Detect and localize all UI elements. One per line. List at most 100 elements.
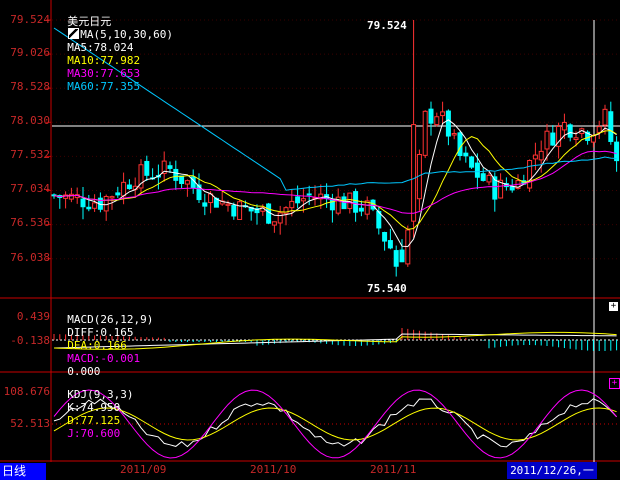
price-tick: 76.038 xyxy=(10,251,50,264)
kdj-k-line xyxy=(53,398,617,448)
ma5-value: MA5:78.024 xyxy=(67,41,134,54)
candle-body xyxy=(469,156,475,168)
candle-body xyxy=(382,232,388,242)
candle-body xyxy=(347,192,353,209)
plus-icon[interactable]: + xyxy=(609,378,620,389)
price-tick: 78.030 xyxy=(10,114,50,127)
candle-body xyxy=(567,124,573,138)
price-header: 美元日元 MA(5,10,30,60) MA5:78.024 MA10:77.9… xyxy=(54,2,173,93)
candle-body xyxy=(289,200,295,209)
candle-body xyxy=(480,173,486,181)
price-tick: 77.532 xyxy=(10,148,50,161)
ma60-value: MA60:77.355 xyxy=(67,80,141,93)
ma30-value: MA30:77.653 xyxy=(67,67,141,80)
ma10-value: MA10:77.982 xyxy=(67,54,141,67)
price-tick: 76.536 xyxy=(10,216,50,229)
candle-body xyxy=(202,202,208,207)
candle-body xyxy=(486,174,492,183)
ma10-line xyxy=(53,130,617,230)
macd-value: MACD:-0.001 xyxy=(67,352,141,365)
candle-body xyxy=(121,181,127,197)
candle-body xyxy=(179,175,185,184)
candle-body xyxy=(92,202,98,209)
candle-body xyxy=(144,160,150,176)
macd-tick: 0.439 xyxy=(16,310,50,323)
candle-body xyxy=(283,207,289,215)
candle-body xyxy=(393,250,399,267)
kdj-tick: 108.676 xyxy=(3,385,50,398)
candle-body xyxy=(266,203,272,224)
candle-body xyxy=(596,126,602,133)
kdj-k: K:74.950 xyxy=(67,401,121,414)
candle-body xyxy=(68,193,74,200)
candle-body xyxy=(173,168,179,181)
candle-body xyxy=(300,198,306,202)
candle-body xyxy=(538,150,544,161)
candle-body xyxy=(115,192,121,196)
candle-body xyxy=(237,201,243,220)
macd-tick: -0.138 xyxy=(10,334,50,347)
cursor-date: 2011/12/26,一 xyxy=(507,462,597,479)
ma5-line xyxy=(53,119,617,248)
macd-title: MACD(26,12,9) xyxy=(67,313,154,326)
price-tick: 77.034 xyxy=(10,182,50,195)
kdj-j: J:70.600 xyxy=(67,427,121,440)
price-tick: 79.026 xyxy=(10,46,50,59)
candle-body xyxy=(103,195,109,212)
period-tab[interactable]: 日线 xyxy=(0,463,46,480)
candle-body xyxy=(387,240,393,249)
candle-body xyxy=(167,165,173,169)
candle-body xyxy=(544,130,550,150)
candle-body xyxy=(184,180,190,185)
candle-body xyxy=(80,198,86,208)
candle-body xyxy=(550,132,556,146)
candle-body xyxy=(428,108,434,124)
x-tick: 2011/11 xyxy=(370,463,417,476)
candle-body xyxy=(463,152,469,157)
candle-body xyxy=(614,141,620,162)
candle-body xyxy=(561,121,567,131)
candle-body xyxy=(527,160,533,189)
low-annotation: 75.540 xyxy=(367,282,407,295)
macd-header: MACD(26,12,9) DIFF:0.165 DEA:0.166 MACD:… xyxy=(54,300,153,378)
candle-body xyxy=(411,124,417,222)
candle-body xyxy=(231,205,237,217)
candle-body xyxy=(277,212,283,224)
kdj-header: KDJ(9,3,3) K:74.950 D:77.125 J:70.600 xyxy=(54,375,133,440)
kdj-tick: 52.513 xyxy=(10,417,50,430)
ma-group-label: MA(5,10,30,60) xyxy=(80,28,173,41)
candle-body xyxy=(422,110,428,156)
candle-body xyxy=(358,207,364,212)
kdj-d: D:77.125 xyxy=(67,414,121,427)
candle-body xyxy=(457,132,463,157)
candle-body xyxy=(306,193,312,196)
chart-type-icon[interactable] xyxy=(68,28,80,39)
macd-diff: DIFF:0.165 xyxy=(67,326,134,339)
kdj-title: KDJ(9,3,3) xyxy=(67,388,134,401)
candle-body xyxy=(353,191,359,213)
candle-body xyxy=(445,110,451,137)
candle-body xyxy=(86,206,92,210)
candle-body xyxy=(109,196,115,199)
candle-body xyxy=(451,132,457,136)
candle-body xyxy=(440,111,446,117)
x-tick: 2011/10 xyxy=(250,463,297,476)
price-tick: 79.524 xyxy=(10,13,50,26)
candle-body xyxy=(434,116,440,126)
candle-body xyxy=(608,111,614,142)
candle-body xyxy=(602,108,608,126)
symbol-name: 美元日元 xyxy=(67,15,112,28)
candle-body xyxy=(399,249,405,263)
candle-body xyxy=(271,221,277,226)
macd-dea: DEA:0.166 xyxy=(67,339,127,352)
candle-body xyxy=(532,154,538,160)
candle-body xyxy=(295,196,301,204)
x-tick: 2011/09 xyxy=(120,463,167,476)
ma30-line xyxy=(53,150,617,214)
candle-body xyxy=(474,162,480,178)
candle-body xyxy=(225,203,231,206)
candle-body xyxy=(573,137,579,141)
high-annotation: 79.524 xyxy=(367,19,407,32)
price-tick: 78.528 xyxy=(10,80,50,93)
plus-icon[interactable]: + xyxy=(609,302,618,311)
